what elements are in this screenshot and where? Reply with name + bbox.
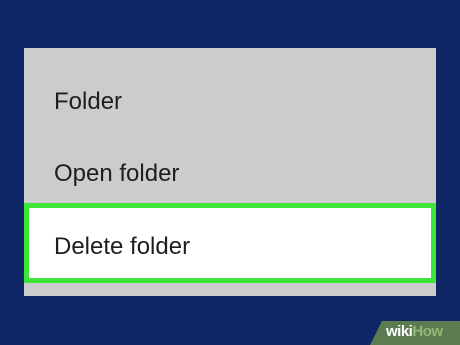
- watermark-logo: wikiHow: [370, 321, 460, 345]
- watermark-text: wikiHow: [386, 323, 443, 340]
- menu-title: Folder: [54, 88, 123, 115]
- delete-folder-label: Delete folder: [54, 233, 191, 260]
- open-folder-menu-item[interactable]: Open folder: [54, 160, 179, 188]
- delete-folder-menu-item[interactable]: Delete folder: [24, 203, 436, 283]
- watermark-how-text: How: [412, 323, 443, 340]
- watermark-wiki-text: wiki: [386, 323, 413, 340]
- context-menu: Folder Open folder Delete folder: [24, 48, 436, 296]
